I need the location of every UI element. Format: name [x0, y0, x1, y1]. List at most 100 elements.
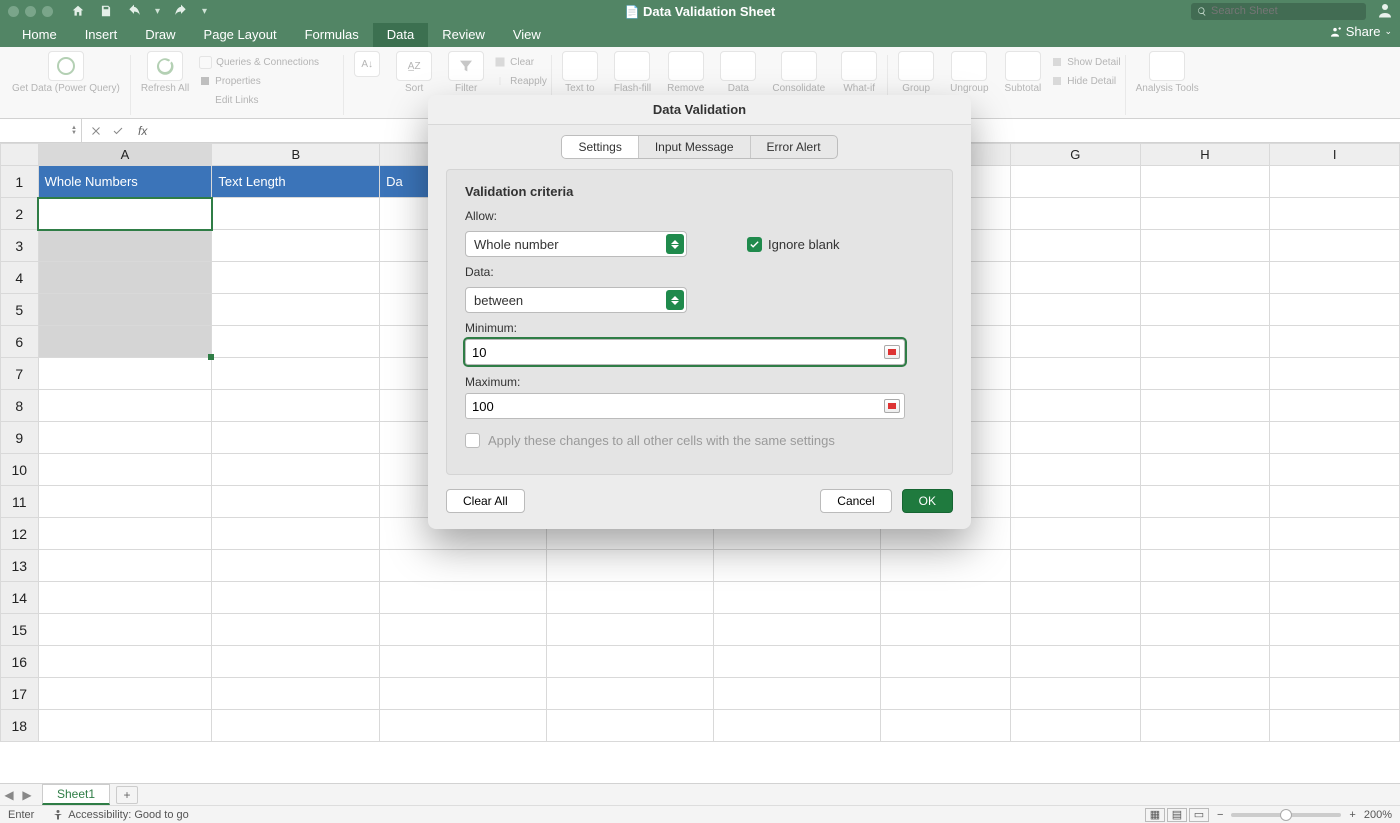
cell-H18[interactable] — [1140, 710, 1270, 742]
cell-H7[interactable] — [1140, 358, 1270, 390]
tab-formulas[interactable]: Formulas — [291, 23, 373, 47]
col-header-I[interactable]: I — [1270, 144, 1400, 166]
row-header-14[interactable]: 14 — [1, 582, 39, 614]
cell-I15[interactable] — [1270, 614, 1400, 646]
cell-H13[interactable] — [1140, 550, 1270, 582]
tab-home[interactable]: Home — [8, 23, 71, 47]
cell-E15[interactable] — [714, 614, 881, 646]
get-data-button[interactable]: Get Data (Power Query) — [6, 51, 126, 114]
cell-B8[interactable] — [212, 390, 380, 422]
cancel-button[interactable]: Cancel — [820, 489, 891, 513]
profile-icon[interactable] — [1376, 1, 1394, 22]
cell-A12[interactable] — [38, 518, 212, 550]
cell-H17[interactable] — [1140, 678, 1270, 710]
undo-dropdown[interactable]: ▾ — [155, 6, 160, 17]
row-header-11[interactable]: 11 — [1, 486, 39, 518]
share-button[interactable]: Share ⌄ — [1328, 24, 1392, 39]
col-header-A[interactable]: A — [38, 144, 212, 166]
cell-B13[interactable] — [212, 550, 380, 582]
cell-C14[interactable] — [380, 582, 547, 614]
row-header-17[interactable]: 17 — [1, 678, 39, 710]
cell-E16[interactable] — [714, 646, 881, 678]
cell-B5[interactable] — [212, 294, 380, 326]
cell-H8[interactable] — [1140, 390, 1270, 422]
row-header-7[interactable]: 7 — [1, 358, 39, 390]
row-header-8[interactable]: 8 — [1, 390, 39, 422]
row-header-2[interactable]: 2 — [1, 198, 39, 230]
cell-A14[interactable] — [38, 582, 212, 614]
cell-A1[interactable]: Whole Numbers — [38, 166, 212, 198]
row-header-12[interactable]: 12 — [1, 518, 39, 550]
add-sheet-button[interactable]: + — [116, 786, 138, 804]
clear-button[interactable]: Clear — [494, 53, 547, 71]
cell-D16[interactable] — [547, 646, 714, 678]
cell-B11[interactable] — [212, 486, 380, 518]
cell-A13[interactable] — [38, 550, 212, 582]
cell-A15[interactable] — [38, 614, 212, 646]
cell-G14[interactable] — [1010, 582, 1140, 614]
cell-H15[interactable] — [1140, 614, 1270, 646]
cell-I13[interactable] — [1270, 550, 1400, 582]
refresh-all-button[interactable]: Refresh All — [135, 51, 195, 114]
cell-G8[interactable] — [1010, 390, 1140, 422]
sheet-tab-sheet1[interactable]: Sheet1 — [42, 784, 110, 805]
queries-connections-button[interactable]: Queries & Connections — [199, 53, 339, 71]
cell-B10[interactable] — [212, 454, 380, 486]
cell-C16[interactable] — [380, 646, 547, 678]
cell-G9[interactable] — [1010, 422, 1140, 454]
maximum-input[interactable] — [472, 399, 898, 414]
cell-I2[interactable] — [1270, 198, 1400, 230]
range-selector-icon[interactable] — [884, 345, 900, 359]
cell-C18[interactable] — [380, 710, 547, 742]
cell-D15[interactable] — [547, 614, 714, 646]
save-icon[interactable] — [99, 4, 113, 18]
row-header-16[interactable]: 16 — [1, 646, 39, 678]
row-header-6[interactable]: 6 — [1, 326, 39, 358]
col-header-G[interactable]: G — [1010, 144, 1140, 166]
confirm-edit-icon[interactable] — [112, 125, 124, 137]
cell-B1[interactable]: Text Length — [212, 166, 380, 198]
zoom-in-button[interactable]: + — [1349, 809, 1355, 821]
cell-G12[interactable] — [1010, 518, 1140, 550]
cell-H2[interactable] — [1140, 198, 1270, 230]
cell-D14[interactable] — [547, 582, 714, 614]
cell-G10[interactable] — [1010, 454, 1140, 486]
sheet-nav-prev[interactable]: ◀ — [0, 788, 18, 802]
hide-detail-button[interactable]: Hide Detail — [1051, 72, 1120, 90]
cell-G13[interactable] — [1010, 550, 1140, 582]
cell-G2[interactable] — [1010, 198, 1140, 230]
cell-I12[interactable] — [1270, 518, 1400, 550]
cell-A2[interactable] — [38, 198, 212, 230]
cell-H5[interactable] — [1140, 294, 1270, 326]
cell-G7[interactable] — [1010, 358, 1140, 390]
cell-G18[interactable] — [1010, 710, 1140, 742]
ignore-blank-checkbox[interactable]: Ignore blank — [747, 237, 840, 252]
edit-links-button[interactable]: Edit Links — [199, 91, 339, 109]
cell-B7[interactable] — [212, 358, 380, 390]
cell-G11[interactable] — [1010, 486, 1140, 518]
cell-B14[interactable] — [212, 582, 380, 614]
clear-all-button[interactable]: Clear All — [446, 489, 525, 513]
cell-I18[interactable] — [1270, 710, 1400, 742]
undo-icon[interactable] — [127, 4, 141, 18]
cell-I14[interactable] — [1270, 582, 1400, 614]
row-header-10[interactable]: 10 — [1, 454, 39, 486]
row-header-4[interactable]: 4 — [1, 262, 39, 294]
zoom-slider[interactable] — [1231, 813, 1341, 817]
row-header-1[interactable]: 1 — [1, 166, 39, 198]
cell-G16[interactable] — [1010, 646, 1140, 678]
data-select[interactable]: between — [465, 287, 687, 313]
cell-I1[interactable] — [1270, 166, 1400, 198]
cell-H6[interactable] — [1140, 326, 1270, 358]
cell-D13[interactable] — [547, 550, 714, 582]
zoom-out-button[interactable]: − — [1217, 809, 1223, 821]
cell-F17[interactable] — [881, 678, 1011, 710]
cell-H9[interactable] — [1140, 422, 1270, 454]
tab-view[interactable]: View — [499, 23, 555, 47]
row-header-3[interactable]: 3 — [1, 230, 39, 262]
row-header-13[interactable]: 13 — [1, 550, 39, 582]
accessibility-status[interactable]: Accessibility: Good to go — [52, 809, 188, 821]
dialog-tab-input-message[interactable]: Input Message — [639, 136, 751, 158]
cell-A6[interactable] — [38, 326, 212, 358]
cell-G4[interactable] — [1010, 262, 1140, 294]
